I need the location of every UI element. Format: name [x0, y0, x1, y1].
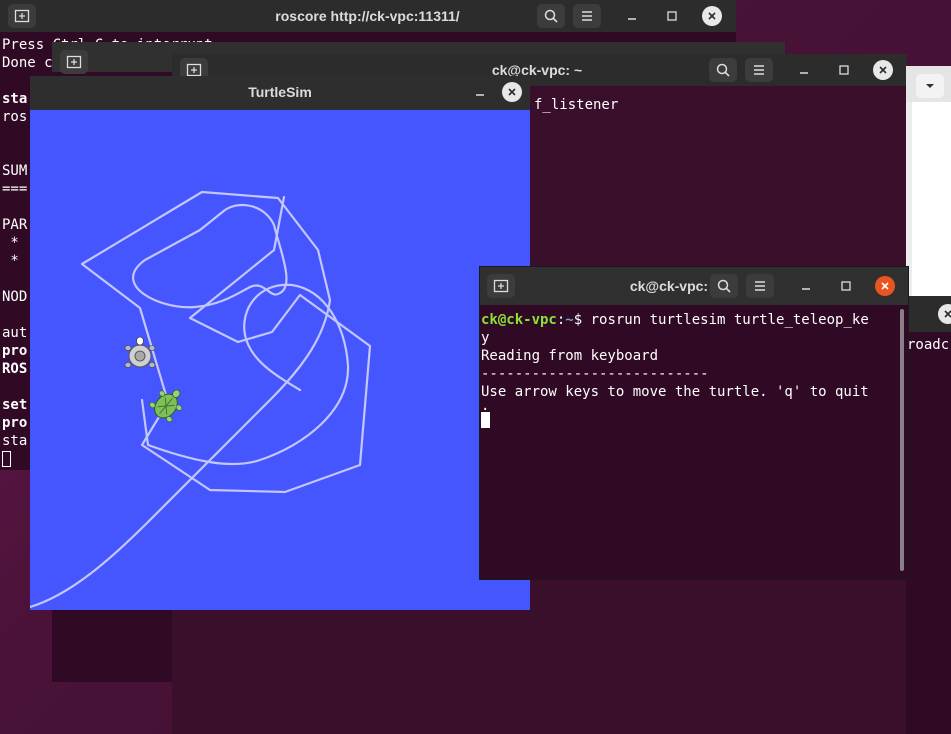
maximize-button[interactable] — [836, 276, 856, 296]
close-icon — [944, 310, 951, 318]
maximize-icon — [839, 65, 849, 75]
window-title: roscore http://ck-vpc:11311/ — [275, 8, 460, 24]
close-icon — [708, 12, 716, 20]
close-icon — [879, 66, 887, 74]
close-button[interactable] — [938, 304, 951, 324]
teleop-terminal-window[interactable]: ck@ck-vpc: ~ ck@ck-vpc:~$ rosrun turtles… — [479, 266, 909, 580]
new-tab-button[interactable] — [8, 4, 36, 28]
maximize-icon — [667, 11, 677, 21]
output-line: --------------------------- — [481, 366, 709, 382]
teleop-terminal-body[interactable]: ck@ck-vpc:~$ rosrun turtlesim turtle_tel… — [480, 305, 908, 579]
new-tab-button[interactable] — [60, 50, 88, 74]
output-line: Use arrow keys to move the turtle. 'q' t… — [481, 384, 869, 400]
minimize-button[interactable] — [470, 82, 490, 102]
menu-button[interactable] — [746, 274, 774, 298]
terminal-text: f_listener — [534, 97, 619, 113]
terminal-cursor — [481, 412, 490, 428]
window-title: TurtleSim — [248, 84, 312, 100]
minimize-icon — [476, 94, 484, 96]
minimize-button[interactable] — [622, 6, 642, 26]
search-icon — [717, 279, 731, 293]
right-terminal-window[interactable]: roadc — [906, 296, 951, 734]
terminal-cursor — [2, 451, 11, 467]
turtle-sprite-green — [149, 389, 183, 423]
turtle-trail-drawing — [30, 190, 372, 609]
turtle-canvas[interactable] — [30, 110, 530, 610]
maximize-button[interactable] — [662, 6, 682, 26]
turtlesim-titlebar[interactable]: TurtleSim — [30, 76, 530, 110]
minimize-icon — [628, 18, 636, 20]
maximize-button[interactable] — [834, 60, 854, 80]
turtlesim-window[interactable]: TurtleSim — [30, 76, 530, 610]
close-icon — [508, 88, 516, 96]
new-tab-icon — [14, 9, 30, 23]
scrollbar[interactable] — [900, 309, 904, 571]
dropdown-button[interactable] — [916, 74, 944, 98]
prompt-user: ck@ck-vpc — [481, 312, 557, 328]
minimize-button[interactable] — [796, 276, 816, 296]
hamburger-menu-icon — [754, 65, 764, 75]
new-tab-button[interactable] — [487, 274, 515, 298]
menu-button[interactable] — [573, 4, 601, 28]
close-button[interactable] — [702, 6, 722, 26]
terminal-cursor-line — [481, 411, 908, 429]
command-line: ck@ck-vpc:~$ rosrun turtlesim turtle_tel… — [481, 311, 908, 329]
right-partial-window[interactable] — [906, 66, 951, 296]
trail-path-outer — [30, 190, 372, 609]
minimize-button[interactable] — [794, 60, 814, 80]
command-wrap-line: y — [481, 330, 490, 346]
right-terminal-body: roadc — [906, 332, 951, 734]
new-tab-icon — [66, 55, 82, 69]
chevron-down-icon — [926, 84, 934, 88]
roscore-titlebar[interactable]: roscore http://ck-vpc:11311/ — [0, 0, 736, 32]
search-button[interactable] — [709, 58, 737, 82]
minimize-icon — [800, 72, 808, 74]
command-text: rosrun turtlesim turtle_teleop_ke — [590, 312, 869, 328]
prompt-path: ~ — [565, 312, 574, 328]
minimize-icon — [802, 288, 810, 290]
prompt-dollar: $ — [573, 312, 591, 328]
close-icon — [881, 282, 889, 290]
output-line: Reading from keyboard — [481, 348, 659, 364]
new-tab-icon — [493, 279, 509, 293]
search-button[interactable] — [537, 4, 565, 28]
search-button[interactable] — [710, 274, 738, 298]
teleop-titlebar[interactable]: ck@ck-vpc: ~ — [480, 267, 908, 305]
trail-path-loop — [140, 283, 350, 466]
menu-button[interactable] — [745, 58, 773, 82]
hamburger-menu-icon — [755, 281, 765, 291]
hamburger-menu-icon — [582, 11, 592, 21]
close-button[interactable] — [873, 60, 893, 80]
terminal-text: roadc — [907, 337, 950, 353]
output-line: . — [481, 398, 490, 414]
search-icon — [716, 63, 730, 77]
close-button[interactable] — [875, 276, 895, 296]
search-icon — [544, 9, 558, 23]
close-button[interactable] — [502, 82, 522, 102]
maximize-icon — [841, 281, 851, 291]
